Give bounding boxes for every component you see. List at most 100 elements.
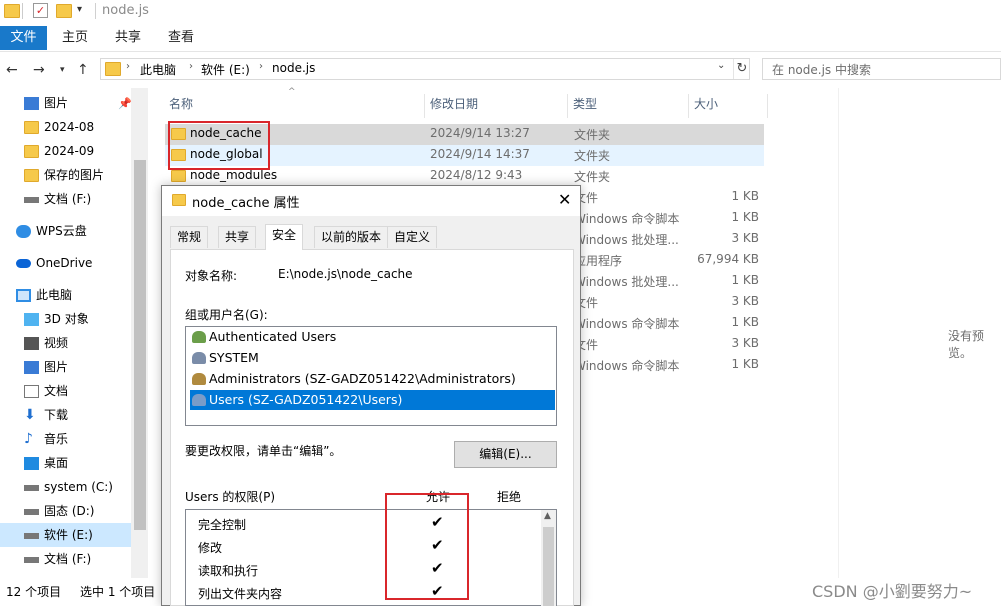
desktop-icon: [24, 457, 39, 470]
tab-general[interactable]: 常规: [170, 226, 209, 248]
3d-objects-icon: [24, 313, 39, 326]
sidebar-item-drive-d[interactable]: 固态 (D:): [0, 499, 131, 523]
sidebar-item-wps-cloud[interactable]: WPS云盘: [0, 219, 131, 243]
breadcrumb-drive-e[interactable]: 软件 (E:): [201, 61, 250, 78]
sidebar-item-drive-e[interactable]: 软件 (E:): [0, 523, 131, 547]
file-date: 2024/8/12 9:43: [430, 168, 523, 182]
chevron-right-icon[interactable]: ›: [126, 61, 130, 72]
close-icon[interactable]: ✕: [558, 190, 571, 209]
sidebar-item-onedrive[interactable]: OneDrive: [0, 251, 131, 275]
properties-icon[interactable]: ✓: [33, 3, 48, 18]
highlight-box: [385, 493, 469, 600]
folder-icon: [171, 170, 186, 182]
edit-button[interactable]: 编辑(E)...: [454, 441, 557, 468]
sidebar-item-this-pc[interactable]: 此电脑: [0, 283, 131, 307]
list-item[interactable]: SYSTEM: [190, 348, 555, 368]
tab-home[interactable]: 主页: [62, 26, 88, 50]
chevron-up-icon[interactable]: ▲: [544, 511, 551, 521]
sidebar-item-3d-objects[interactable]: 3D 对象: [0, 307, 131, 331]
group-list-label: 组或用户名(G):: [185, 308, 268, 322]
selected-count: 选中 1 个项目: [80, 585, 156, 599]
tab-previous-versions[interactable]: 以前的版本: [314, 226, 389, 248]
customize-toolbar-icon[interactable]: ▾: [77, 4, 82, 15]
column-header-size[interactable]: 大小: [694, 96, 718, 118]
permissions-scroll-thumb[interactable]: [543, 527, 554, 606]
watermark: CSDN @小劉要努力~: [812, 582, 973, 601]
sidebar-item-downloads[interactable]: ⬇ 下载: [0, 403, 131, 427]
dialog-title: node_cache 属性: [192, 196, 300, 211]
users-icon: [192, 352, 206, 364]
breadcrumb-nodejs[interactable]: node.js: [272, 61, 315, 75]
sidebar-item-2024-09[interactable]: 2024-09: [0, 139, 131, 163]
users-icon: [192, 373, 206, 385]
sidebar-item-documents[interactable]: 文档: [0, 379, 131, 403]
file-type: Windows 命令脚本: [574, 359, 680, 373]
sidebar-item-drive-c[interactable]: system (C:): [0, 475, 131, 499]
permissions-label: Users 的权限(P): [185, 490, 276, 504]
drive-icon: [24, 556, 39, 563]
column-header-type[interactable]: 类型: [573, 96, 597, 118]
sidebar-item-pictures[interactable]: 图片: [0, 91, 131, 115]
sidebar-scroll-thumb[interactable]: [134, 160, 146, 530]
chevron-right-icon[interactable]: ›: [259, 61, 263, 72]
column-header-date[interactable]: 修改日期: [430, 96, 478, 118]
permission-full-control: 完全控制: [198, 518, 247, 532]
file-type: Windows 命令脚本: [574, 212, 680, 226]
ribbon: [0, 24, 1001, 52]
breadcrumb-this-pc[interactable]: 此电脑: [140, 61, 176, 78]
video-icon: [24, 337, 39, 350]
refresh-icon[interactable]: ↻: [733, 59, 750, 79]
folder-icon: [24, 145, 39, 158]
sidebar-item-saved-pictures[interactable]: 保存的图片: [0, 163, 131, 187]
sidebar-item-desktop[interactable]: 桌面: [0, 451, 131, 475]
file-type: 文件夹: [574, 170, 611, 184]
file-size: 3 KB: [731, 294, 759, 308]
tab-security[interactable]: 安全: [265, 224, 304, 250]
deny-header: 拒绝: [497, 490, 522, 504]
file-size: 3 KB: [731, 231, 759, 245]
column-divider[interactable]: [688, 94, 689, 118]
back-button[interactable]: ←: [6, 62, 18, 78]
sidebar-item-2024-08[interactable]: 2024-08: [0, 115, 131, 139]
documents-icon: [24, 385, 39, 398]
onedrive-icon: [16, 259, 31, 268]
music-icon: ♪: [24, 431, 33, 447]
chevron-right-icon[interactable]: ›: [189, 61, 193, 72]
object-name-label: 对象名称:: [185, 269, 238, 283]
forward-button[interactable]: →: [33, 62, 45, 78]
permission-read-execute: 读取和执行: [198, 564, 259, 578]
tab-sharing[interactable]: 共享: [218, 226, 257, 248]
file-tab[interactable]: 文件: [0, 26, 47, 50]
list-item[interactable]: Users (SZ-GADZ051422\Users): [190, 390, 555, 410]
file-size: 1 KB: [731, 210, 759, 224]
computer-icon: [16, 289, 31, 302]
up-button[interactable]: ↑: [77, 62, 89, 78]
tab-share[interactable]: 共享: [115, 26, 141, 50]
sidebar-item-drive-f[interactable]: 文档 (F:): [0, 187, 131, 211]
column-header-name[interactable]: 名称: [169, 96, 193, 118]
list-item[interactable]: Authenticated Users: [190, 327, 555, 347]
drive-icon: [24, 196, 39, 203]
object-name-value: E:\node.js\node_cache: [278, 267, 413, 281]
sort-ascending-icon: ^: [288, 87, 296, 97]
tab-view[interactable]: 查看: [168, 26, 194, 50]
users-icon: [192, 331, 206, 343]
recent-locations-icon[interactable]: ▾: [60, 65, 65, 75]
sidebar-item-drive-f-2[interactable]: 文档 (F:): [0, 547, 131, 571]
sidebar-item-videos[interactable]: 视频: [0, 331, 131, 355]
sidebar-item-pictures-2[interactable]: 图片: [0, 355, 131, 379]
new-folder-icon[interactable]: [56, 4, 72, 18]
download-icon: ⬇: [24, 407, 36, 423]
permission-list-folder: 列出文件夹内容: [198, 587, 283, 601]
file-size: 1 KB: [731, 273, 759, 287]
column-divider[interactable]: [767, 94, 768, 118]
pictures-icon: [24, 361, 39, 374]
address-bar[interactable]: [100, 58, 750, 80]
tab-customize[interactable]: 自定义: [387, 226, 438, 248]
column-divider[interactable]: [567, 94, 568, 118]
chevron-down-icon[interactable]: ⌄: [717, 60, 725, 71]
file-type: 文件夹: [574, 128, 611, 142]
column-divider[interactable]: [424, 94, 425, 118]
list-item[interactable]: Administrators (SZ-GADZ051422\Administra…: [190, 369, 555, 389]
sidebar-item-music[interactable]: ♪ 音乐: [0, 427, 131, 451]
